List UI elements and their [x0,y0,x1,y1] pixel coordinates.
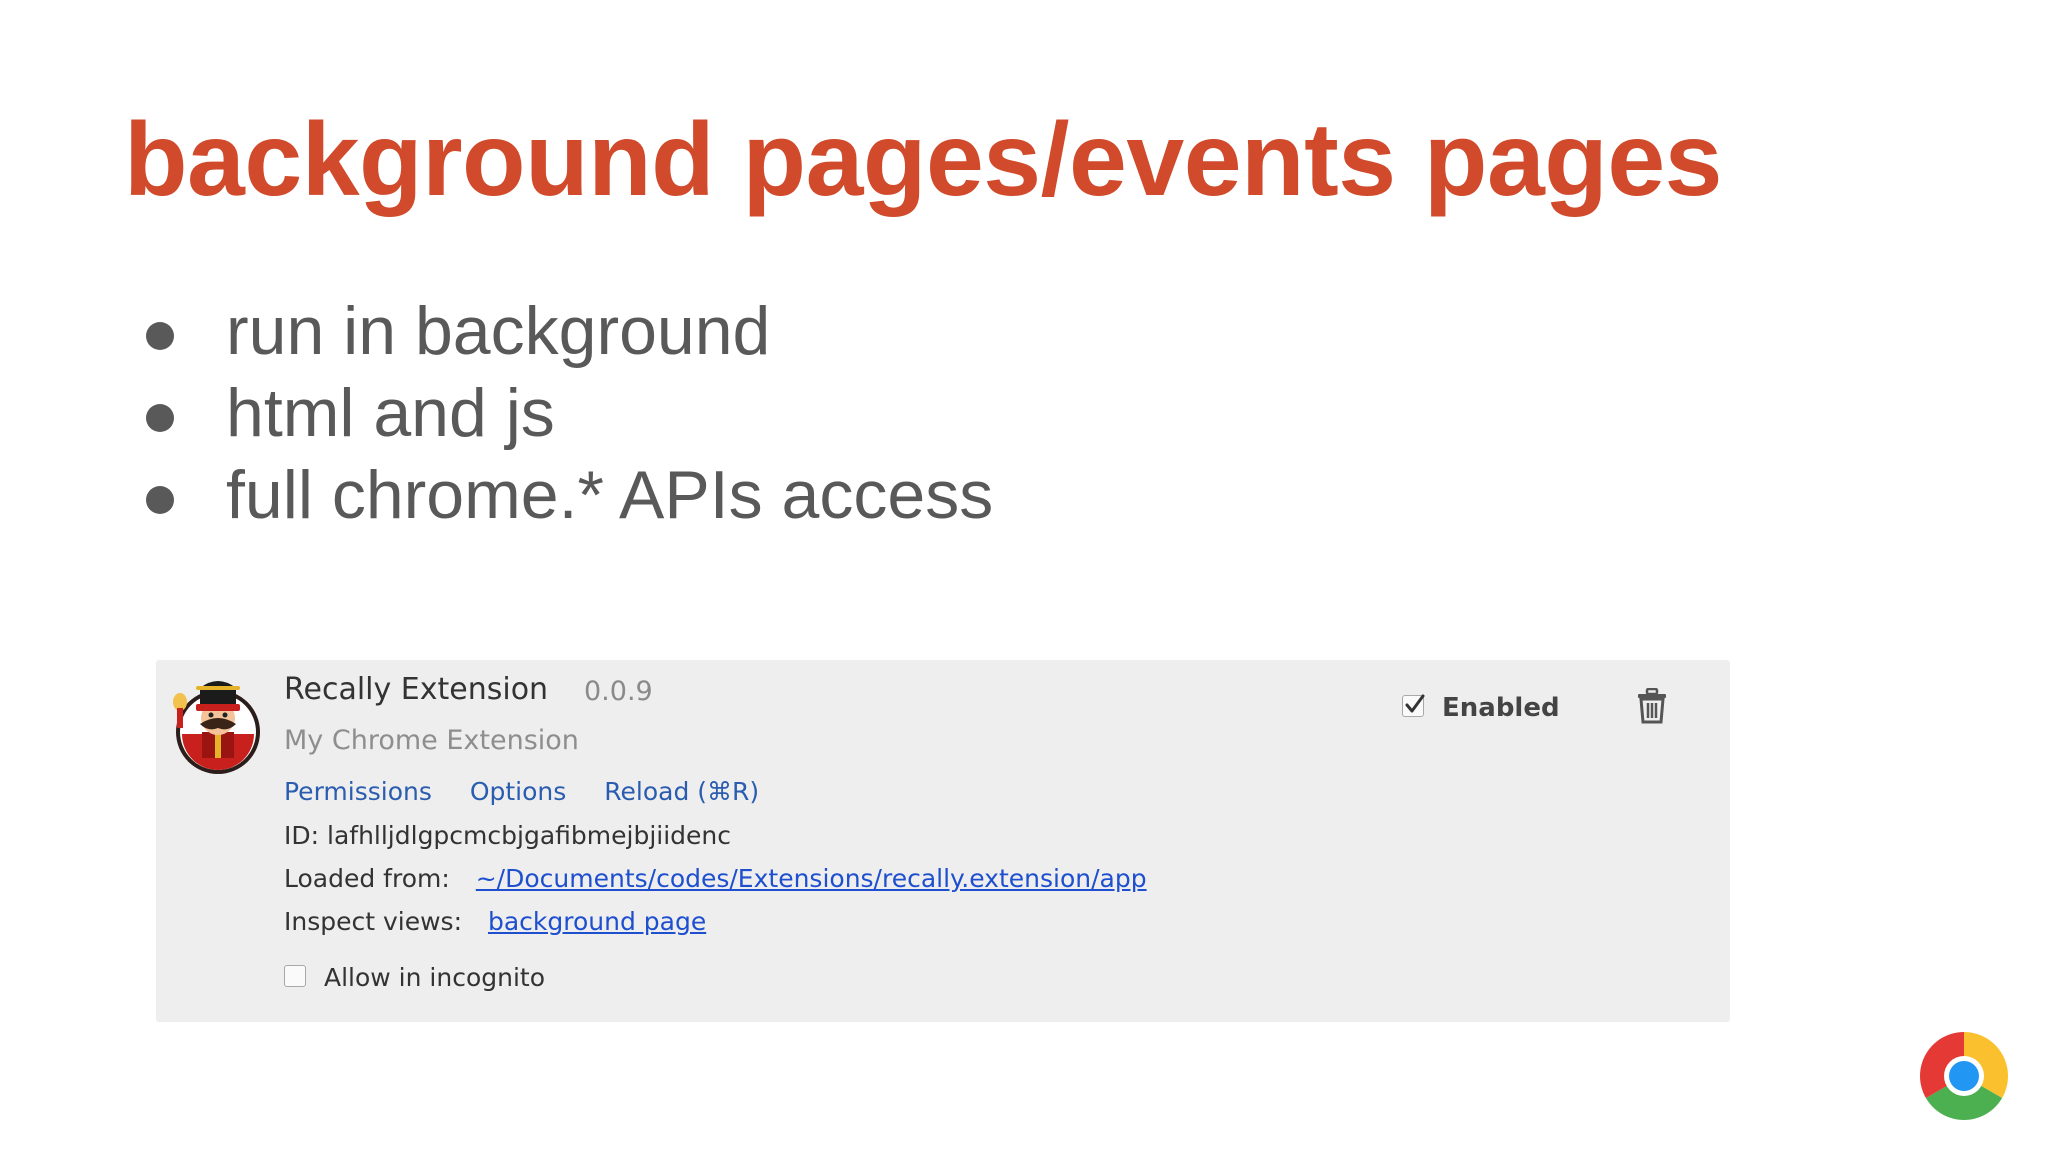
extension-id-row: ID: lafhlljdlgpcmcbjgafibmejbjiidenc [284,818,731,854]
chrome-logo-icon [1918,1030,2010,1122]
id-value: lafhlljdlgpcmcbjgafibmejbjiidenc [327,821,731,850]
extension-description: My Chrome Extension [284,725,579,756]
enabled-label: Enabled [1442,693,1560,723]
bullet-dot-icon [146,322,174,350]
incognito-checkbox[interactable] [284,965,306,987]
extension-version: 0.0.9 [584,676,653,707]
loaded-from-row: Loaded from: ~/Documents/codes/Extension… [284,861,1147,897]
bullet-text: html and js [226,375,555,451]
enabled-checkbox[interactable] [1402,694,1425,717]
bullet-dot-icon [146,404,174,432]
inspect-views-label: Inspect views: [284,907,463,936]
background-page-link[interactable]: background page [488,907,706,936]
extension-card: Recally Extension 0.0.9 My Chrome Extens… [156,660,1730,1022]
permissions-link[interactable]: Permissions [284,777,432,806]
trash-icon[interactable] [1636,687,1668,724]
inspect-views-row: Inspect views: background page [284,904,706,940]
allow-incognito-option[interactable]: Allow in incognito [284,960,545,996]
mascot-icon [172,672,264,776]
loaded-from-link[interactable]: ~/Documents/codes/Extensions/recally.ext… [476,864,1147,893]
bullet-dot-icon [146,486,174,514]
extension-name: Recally Extension [284,672,549,707]
slide-title: background pages/events pages [124,102,1723,218]
id-label: ID: [284,821,320,850]
loaded-from-label: Loaded from: [284,864,450,893]
bullet-text: run in background [226,293,771,369]
incognito-label: Allow in incognito [324,963,546,992]
extension-links: Permissions Options Reload (⌘R) [284,774,789,810]
options-link[interactable]: Options [470,777,566,806]
enabled-option[interactable]: Enabled [1402,690,1560,726]
checkmark-icon [1405,694,1425,712]
reload-link[interactable]: Reload (⌘R) [604,777,759,806]
bullet-text: full chrome.* APIs access [226,457,994,533]
